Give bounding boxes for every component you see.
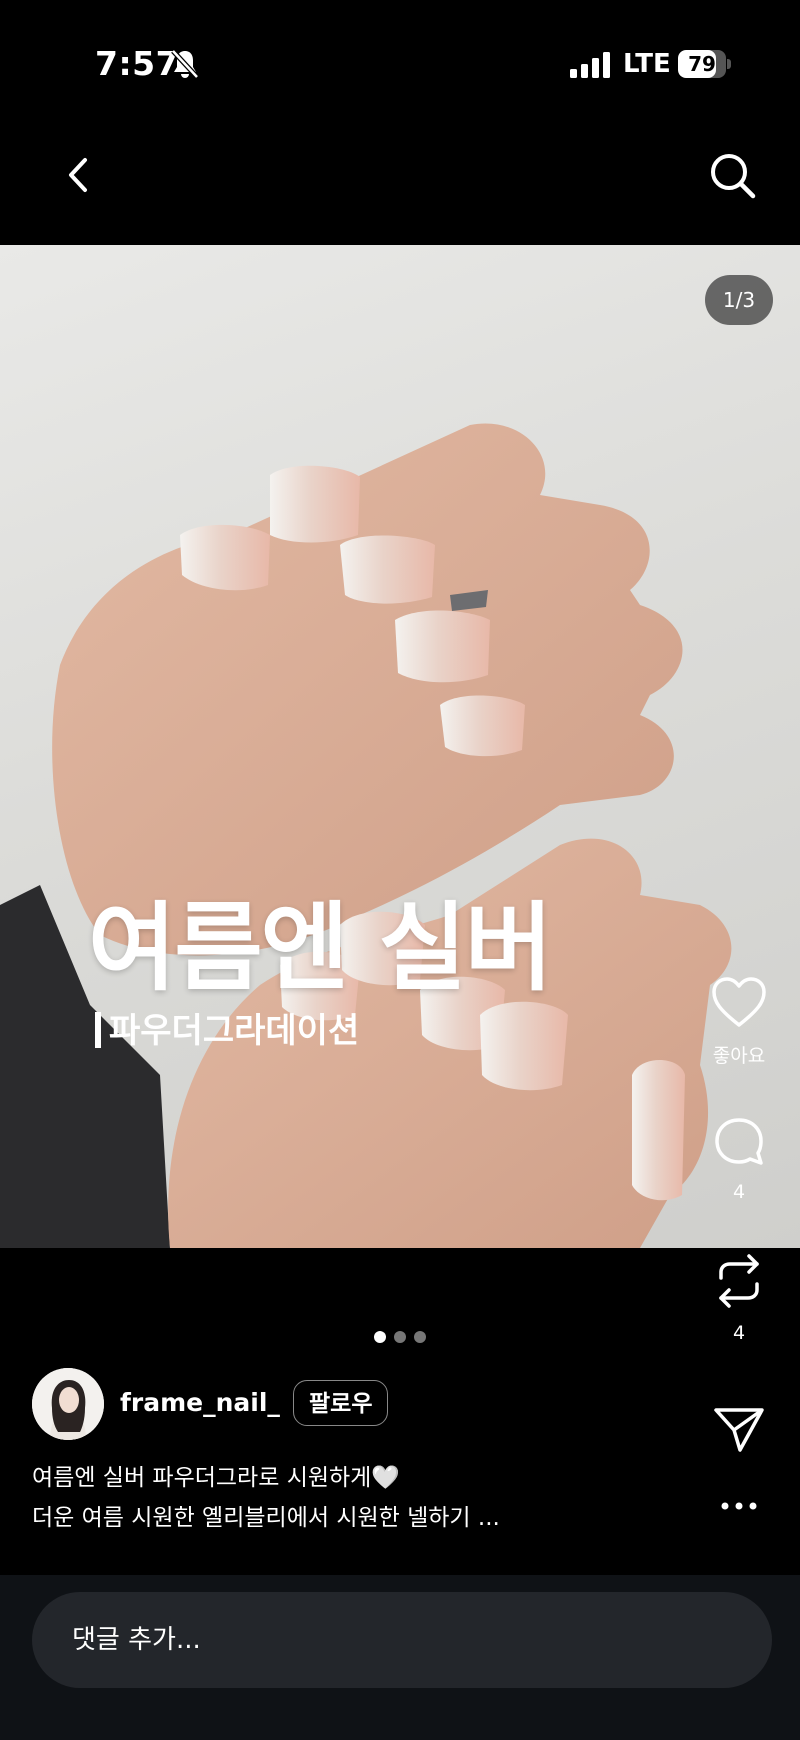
comment-input[interactable]: 댓글 추가... xyxy=(32,1592,772,1688)
subtitle-bar xyxy=(95,1012,101,1048)
comment-action[interactable]: 4 xyxy=(694,1115,784,1203)
carousel-pagination xyxy=(374,1331,430,1345)
network-type: LTE xyxy=(623,49,671,79)
more-action[interactable] xyxy=(694,1500,784,1512)
comment-count: 4 xyxy=(732,1181,746,1203)
comment-icon[interactable] xyxy=(712,1115,766,1169)
status-time: 7:57 xyxy=(95,44,180,83)
battery-level: 79 xyxy=(688,52,716,76)
carousel-dot xyxy=(414,1331,426,1343)
repost-icon[interactable] xyxy=(713,1252,765,1310)
search-icon[interactable] xyxy=(705,148,761,204)
image-overlay-subtitle: 파우더그라데이션 xyxy=(109,1011,360,1051)
top-nav xyxy=(0,130,800,245)
nail-photo-illustration xyxy=(0,423,732,1248)
bell-muted-icon xyxy=(171,49,199,79)
post-caption[interactable]: 여름엔 실버 파우더그라로 시원하게🤍 더운 여름 시원한 옐리블리에서 시원한… xyxy=(32,1458,632,1538)
avatar-image xyxy=(32,1368,104,1440)
share-icon[interactable] xyxy=(712,1404,766,1454)
heart-icon[interactable] xyxy=(710,975,768,1029)
carousel-dot xyxy=(394,1331,406,1343)
caption-line-1: 여름엔 실버 파우더그라로 시원하게🤍 xyxy=(32,1465,400,1491)
image-overlay-title: 여름엔 실버 xyxy=(88,892,553,1004)
comment-bar: 댓글 추가... xyxy=(0,1575,800,1740)
carousel-dot xyxy=(374,1331,386,1343)
repost-count: 4 xyxy=(732,1322,746,1344)
like-label: 좋아요 xyxy=(712,1045,766,1067)
follow-button[interactable]: 팔로우 xyxy=(293,1380,389,1426)
more-icon[interactable] xyxy=(719,1500,759,1512)
caption-line-2: 더운 여름 시원한 옐리블리에서 시원한 넬하기 ... xyxy=(32,1505,500,1531)
repost-action[interactable]: 4 xyxy=(694,1252,784,1344)
post-author: frame_nail_ 팔로우 xyxy=(32,1368,632,1440)
image-counter: 1/3 xyxy=(705,275,773,325)
image-overlay-subtitle-row: 파우더그라데이션 xyxy=(95,1003,359,1052)
share-action[interactable] xyxy=(694,1404,784,1454)
back-arrow-icon[interactable] xyxy=(55,150,105,200)
status-bar: 7:57 LTE 79 xyxy=(0,0,800,130)
signal-icon xyxy=(570,52,610,78)
like-action[interactable]: 좋아요 xyxy=(694,975,784,1068)
battery-icon: 79 xyxy=(678,50,731,78)
avatar[interactable] xyxy=(32,1368,104,1440)
author-username[interactable]: frame_nail_ xyxy=(120,1388,280,1417)
post-image[interactable]: 1/3 여름엔 실버 파우더그라데이션 xyxy=(0,245,800,1248)
